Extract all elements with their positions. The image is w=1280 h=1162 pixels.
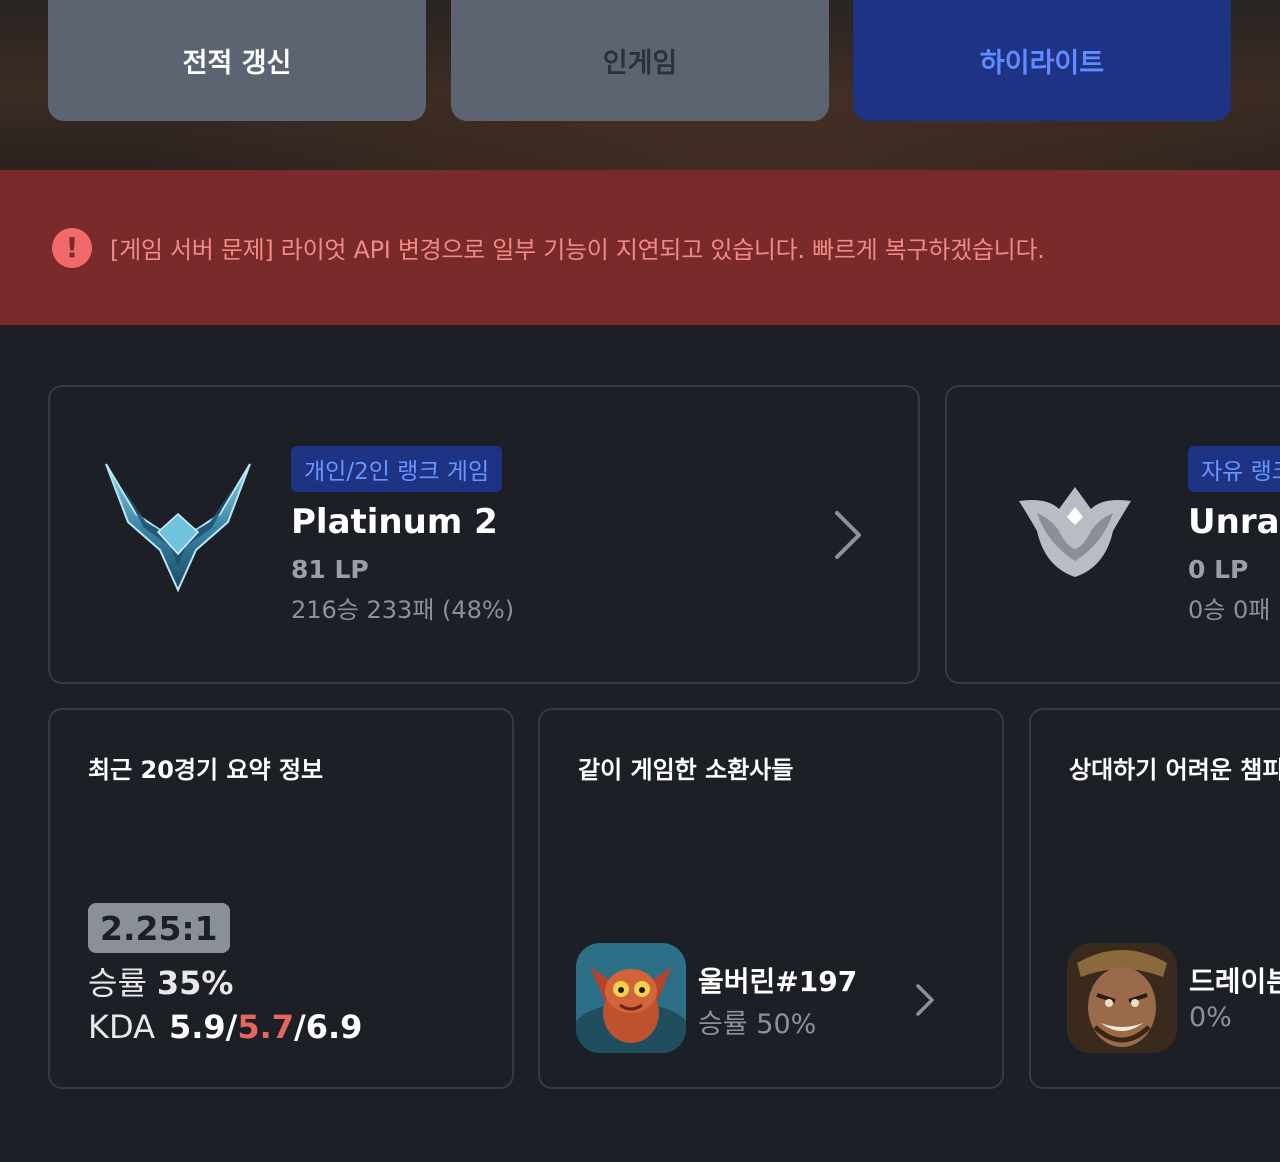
kda-separator: /: [294, 1008, 306, 1046]
kda-ratio-badge: 2.25:1: [88, 903, 230, 953]
champion-name[interactable]: 드레이븐: [1189, 960, 1280, 1000]
deaths-value: 5.7: [237, 1008, 295, 1046]
summoner-winrate: 승률 50%: [698, 1009, 817, 1040]
queue-badge: 자유 랭크: [1188, 446, 1280, 492]
kda-separator: /: [225, 1008, 238, 1046]
ingame-button[interactable]: 인게임: [451, 0, 829, 121]
notice-text: [게임 서버 문제] 라이엇 API 변경으로 일부 기능이 지연되고 있습니다…: [110, 236, 1045, 264]
card-title: 최근 20경기 요약 정보: [88, 756, 324, 784]
flex-rank-card[interactable]: 자유 랭크 Unranked 0 LP 0승 0패: [945, 385, 1280, 684]
unranked-emblem-icon: [1019, 487, 1131, 577]
assists-value: 6.9: [305, 1008, 363, 1046]
card-title: 상대하기 어려운 챔피언: [1069, 756, 1280, 784]
champion-winrate: 0%: [1189, 1002, 1232, 1033]
refresh-button[interactable]: 전적 갱신: [48, 0, 426, 121]
highlight-button[interactable]: 하이라이트: [853, 0, 1231, 121]
summoner-name[interactable]: 울버린#197: [698, 960, 857, 1000]
hard-champion-card[interactable]: 상대하기 어려운 챔피언 드레이븐 0%: [1029, 708, 1280, 1089]
exclamation-icon: !: [52, 227, 92, 268]
win-loss-record: 0승 0패: [1188, 596, 1271, 624]
win-loss-record: 216승 233패 (48%): [291, 596, 515, 624]
kda-line: KDA 5.9/5.7/6.9: [88, 1008, 362, 1046]
recent-summary-card[interactable]: 최근 20경기 요약 정보 2.25:1 승률 35% KDA 5.9/5.7/6.…: [48, 708, 514, 1089]
page: 전적 갱신 인게임 하이라이트 ! [게임 서버 문제] 라이엇 API 변경으…: [0, 0, 1280, 1162]
platinum-emblem-icon: [105, 463, 251, 592]
winrate-label: 승률: [88, 964, 147, 1002]
card-title: 같이 게임한 소환사들: [578, 756, 794, 784]
chevron-right-icon[interactable]: [910, 978, 940, 1022]
winrate-value: 35%: [156, 964, 234, 1002]
summoner-avatar: [576, 943, 686, 1053]
notice-bar: ! [게임 서버 문제] 라이엇 API 변경으로 일부 기능이 지연되고 있습…: [0, 170, 1280, 325]
queue-badge: 개인/2인 랭크 게임: [291, 446, 503, 492]
solo-rank-card[interactable]: 개인/2인 랭크 게임 Platinum 2 81 LP 216승 233패 (…: [48, 385, 920, 684]
league-points: 81 LP: [291, 555, 369, 584]
kills-value: 5.9: [168, 1008, 226, 1046]
league-points: 0 LP: [1188, 555, 1249, 584]
chevron-right-icon[interactable]: [826, 505, 870, 565]
played-with-card[interactable]: 같이 게임한 소환사들 울버린#197 승률 50%: [538, 708, 1004, 1089]
champion-portrait: [1067, 943, 1177, 1053]
tier-name: Unranked: [1188, 502, 1280, 542]
tier-name: Platinum 2: [291, 502, 498, 542]
winrate-line: 승률 35%: [88, 958, 233, 1004]
kda-label: KDA: [88, 1008, 155, 1046]
